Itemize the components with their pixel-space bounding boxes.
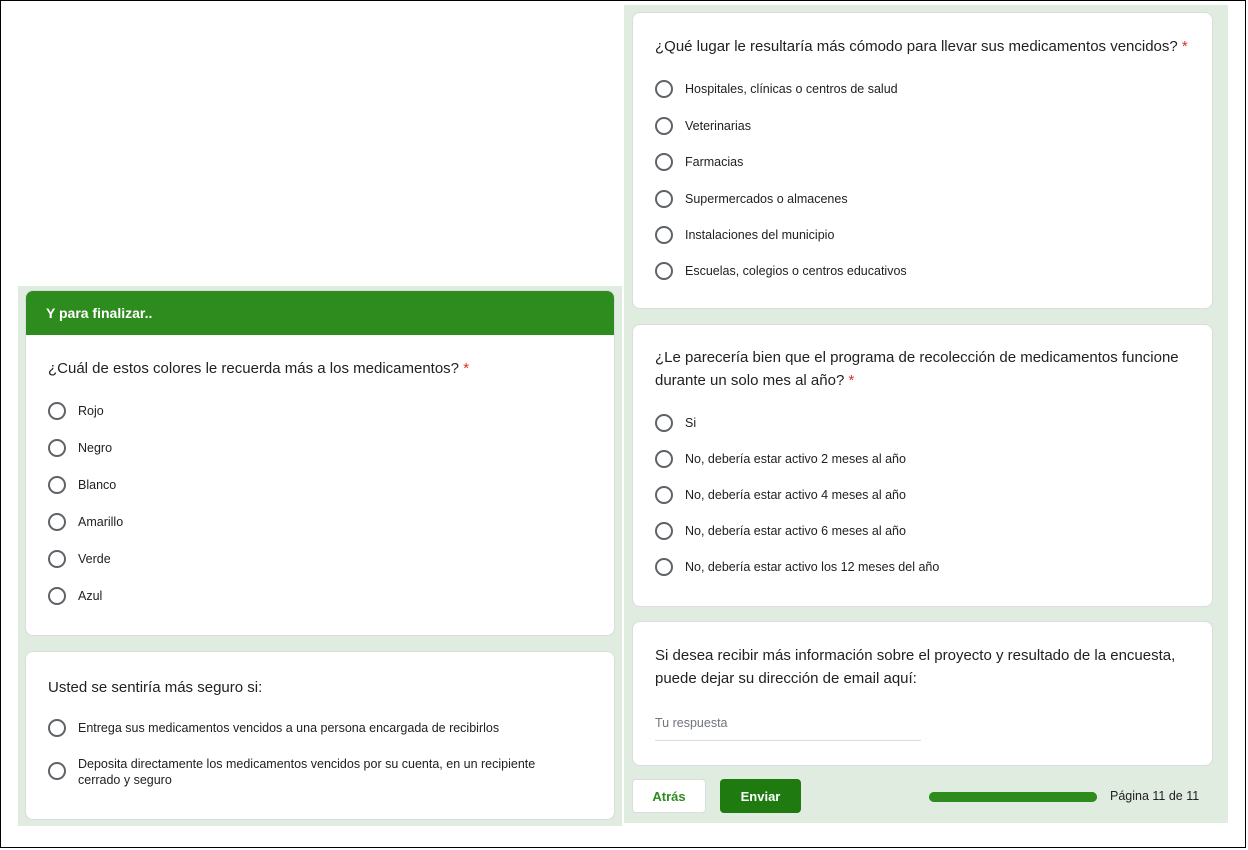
radio-option-amarillo[interactable]: Amarillo <box>48 513 123 531</box>
back-button[interactable]: Atrás <box>632 779 706 813</box>
color-question-card: Y para finalizar.. ¿Cuál de estos colore… <box>25 290 615 636</box>
radio-option-negro[interactable]: Negro <box>48 439 112 457</box>
option-label: Entrega sus medicamentos vencidos a una … <box>78 721 500 735</box>
radio-option-hospitales[interactable]: Hospitales, clínicas o centros de salud <box>655 80 898 98</box>
radio-button[interactable] <box>655 486 673 504</box>
radio-button[interactable] <box>655 80 673 98</box>
radio-option-supermercados[interactable]: Supermercados o almacenes <box>655 190 848 208</box>
email-question-title: Si desea recibir más información sobre e… <box>655 647 1176 687</box>
option-label: Veterinarias <box>685 119 752 133</box>
radio-option-veterinarias[interactable]: Veterinarias <box>655 117 751 135</box>
option-label: Negro <box>78 441 113 455</box>
radio-button[interactable] <box>655 117 673 135</box>
option-label: No, debería estar activo 2 meses al año <box>685 452 906 466</box>
radio-option-si[interactable]: Si <box>655 414 696 432</box>
radio-option-deposita[interactable]: Deposita directamente los medicamentos v… <box>48 755 568 788</box>
radio-option-entrega[interactable]: Entrega sus medicamentos vencidos a una … <box>48 719 588 737</box>
required-mark: * <box>1181 38 1188 55</box>
radio-button[interactable] <box>48 513 66 531</box>
month-question-card: ¿Le parecería bien que el programa de re… <box>632 324 1213 607</box>
option-label: Hospitales, clínicas o centros de salud <box>685 82 898 96</box>
radio-option-12-meses[interactable]: No, debería estar activo los 12 meses de… <box>655 558 939 576</box>
radio-button[interactable] <box>655 226 673 244</box>
option-label: Escuelas, colegios o centros educativos <box>685 264 907 278</box>
radio-button[interactable] <box>655 190 673 208</box>
email-question-card: Si desea recibir más información sobre e… <box>632 621 1213 766</box>
radio-button[interactable] <box>48 762 66 780</box>
option-label: Instalaciones del municipio <box>685 228 835 242</box>
radio-button[interactable] <box>655 522 673 540</box>
radio-option-escuelas[interactable]: Escuelas, colegios o centros educativos <box>655 262 907 280</box>
radio-button[interactable] <box>48 719 66 737</box>
radio-option-rojo[interactable]: Rojo <box>48 402 104 420</box>
safety-question-title: Usted se sentiría más seguro si: <box>48 679 263 696</box>
option-label: Rojo <box>78 404 104 418</box>
radio-button[interactable] <box>48 587 66 605</box>
radio-button[interactable] <box>655 450 673 468</box>
radio-button[interactable] <box>655 153 673 171</box>
radio-option-blanco[interactable]: Blanco <box>48 476 116 494</box>
option-label: Si <box>685 416 697 430</box>
progress-bar <box>929 792 1097 802</box>
radio-option-municipio[interactable]: Instalaciones del municipio <box>655 226 834 244</box>
radio-button[interactable] <box>655 414 673 432</box>
place-question-card: ¿Qué lugar le resultaría más cómodo para… <box>632 12 1213 309</box>
page-indicator: Página 11 de 11 <box>1110 789 1200 803</box>
option-label: No, debería estar activo los 12 meses de… <box>685 560 940 574</box>
option-label: Amarillo <box>78 515 124 529</box>
option-label: Verde <box>78 552 111 566</box>
option-label: Azul <box>78 589 103 603</box>
radio-option-2-meses[interactable]: No, debería estar activo 2 meses al año <box>655 450 906 468</box>
radio-option-4-meses[interactable]: No, debería estar activo 4 meses al año <box>655 486 906 504</box>
required-mark: * <box>463 360 470 377</box>
radio-button[interactable] <box>655 262 673 280</box>
option-label: Farmacias <box>685 155 744 169</box>
month-question-title: ¿Le parecería bien que el programa de re… <box>655 349 1179 389</box>
option-label: Deposita directamente los medicamentos v… <box>78 757 536 787</box>
radio-button[interactable] <box>48 439 66 457</box>
send-button[interactable]: Enviar <box>720 779 801 813</box>
radio-button[interactable] <box>48 402 66 420</box>
safety-question-card: Usted se sentiría más seguro si: Entrega… <box>25 651 615 820</box>
color-question-title: ¿Cuál de estos colores le recuerda más a… <box>48 360 470 377</box>
radio-button[interactable] <box>48 550 66 568</box>
radio-button[interactable] <box>48 476 66 494</box>
option-label: No, debería estar activo 6 meses al año <box>685 524 906 538</box>
email-answer-field[interactable]: Tu respuesta <box>655 716 921 741</box>
radio-option-6-meses[interactable]: No, debería estar activo 6 meses al año <box>655 522 906 540</box>
section-header: Y para finalizar.. <box>26 291 614 335</box>
radio-option-farmacias[interactable]: Farmacias <box>655 153 743 171</box>
place-question-title: ¿Qué lugar le resultaría más cómodo para… <box>655 38 1188 55</box>
radio-option-azul[interactable]: Azul <box>48 587 102 605</box>
radio-option-verde[interactable]: Verde <box>48 550 111 568</box>
progress-bar-fill <box>929 792 1097 802</box>
radio-button[interactable] <box>655 558 673 576</box>
option-label: No, debería estar activo 4 meses al año <box>685 488 906 502</box>
option-label: Blanco <box>78 478 117 492</box>
option-label: Supermercados o almacenes <box>685 192 848 206</box>
required-mark: * <box>848 372 855 389</box>
